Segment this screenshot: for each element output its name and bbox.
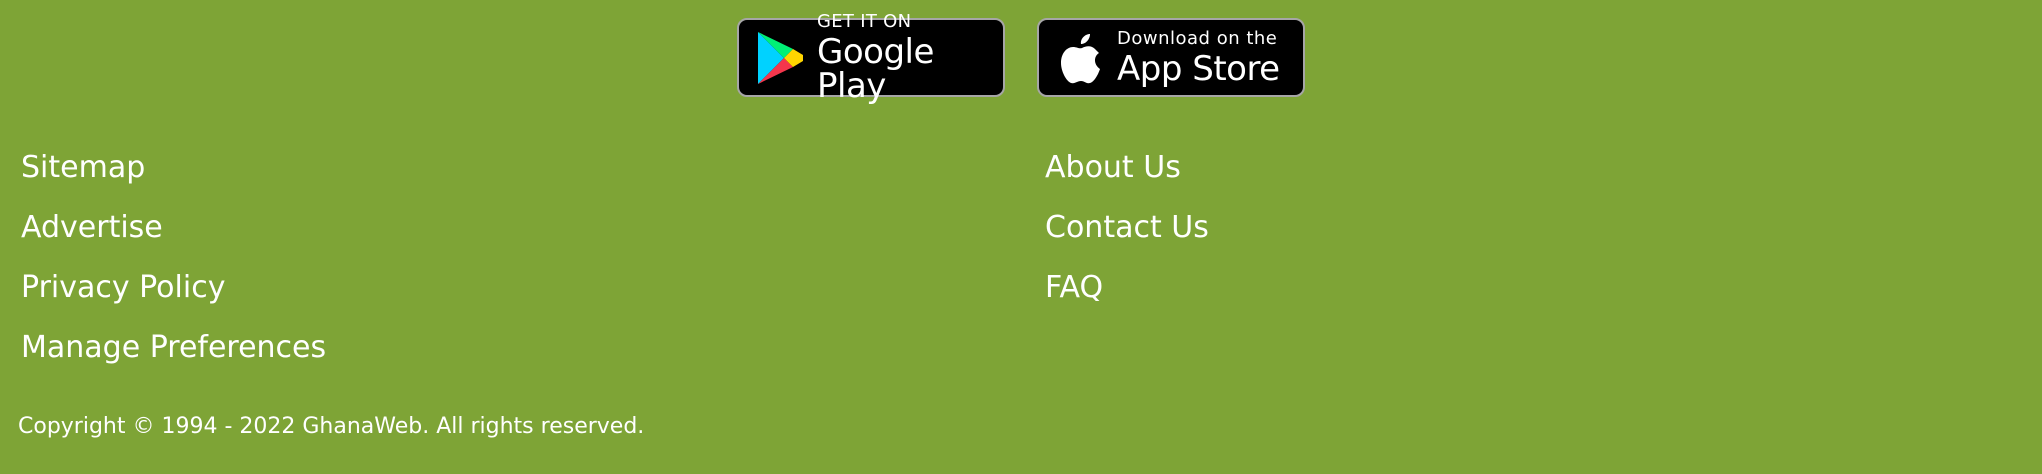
footer-links-right: About Us Contact Us FAQ: [1045, 138, 1209, 318]
google-play-big-text: Google Play: [817, 31, 934, 106]
google-play-badge[interactable]: GET IT ON Google Play: [737, 12, 1005, 103]
app-store-badge[interactable]: Download on the App Store: [1037, 18, 1305, 97]
app-store-small-text: Download on the: [1117, 27, 1278, 49]
footer-link-contact-us[interactable]: Contact Us: [1045, 198, 1209, 258]
copyright-text: Copyright © 1994 - 2022 GhanaWeb. All ri…: [18, 414, 645, 439]
google-play-icon: [758, 31, 803, 84]
footer-link-manage-preferences[interactable]: Manage Preferences: [21, 318, 326, 378]
footer-link-about-us[interactable]: About Us: [1045, 138, 1209, 198]
app-store-big-text: App Store: [1117, 48, 1280, 89]
footer-link-advertise[interactable]: Advertise: [21, 198, 326, 258]
footer-link-privacy-policy[interactable]: Privacy Policy: [21, 258, 326, 318]
footer-link-sitemap[interactable]: Sitemap: [21, 138, 326, 198]
footer-link-faq[interactable]: FAQ: [1045, 258, 1209, 318]
google-play-small-text: GET IT ON: [817, 10, 912, 32]
footer-links-left: Sitemap Advertise Privacy Policy Manage …: [21, 138, 326, 378]
apple-icon: [1061, 33, 1100, 83]
